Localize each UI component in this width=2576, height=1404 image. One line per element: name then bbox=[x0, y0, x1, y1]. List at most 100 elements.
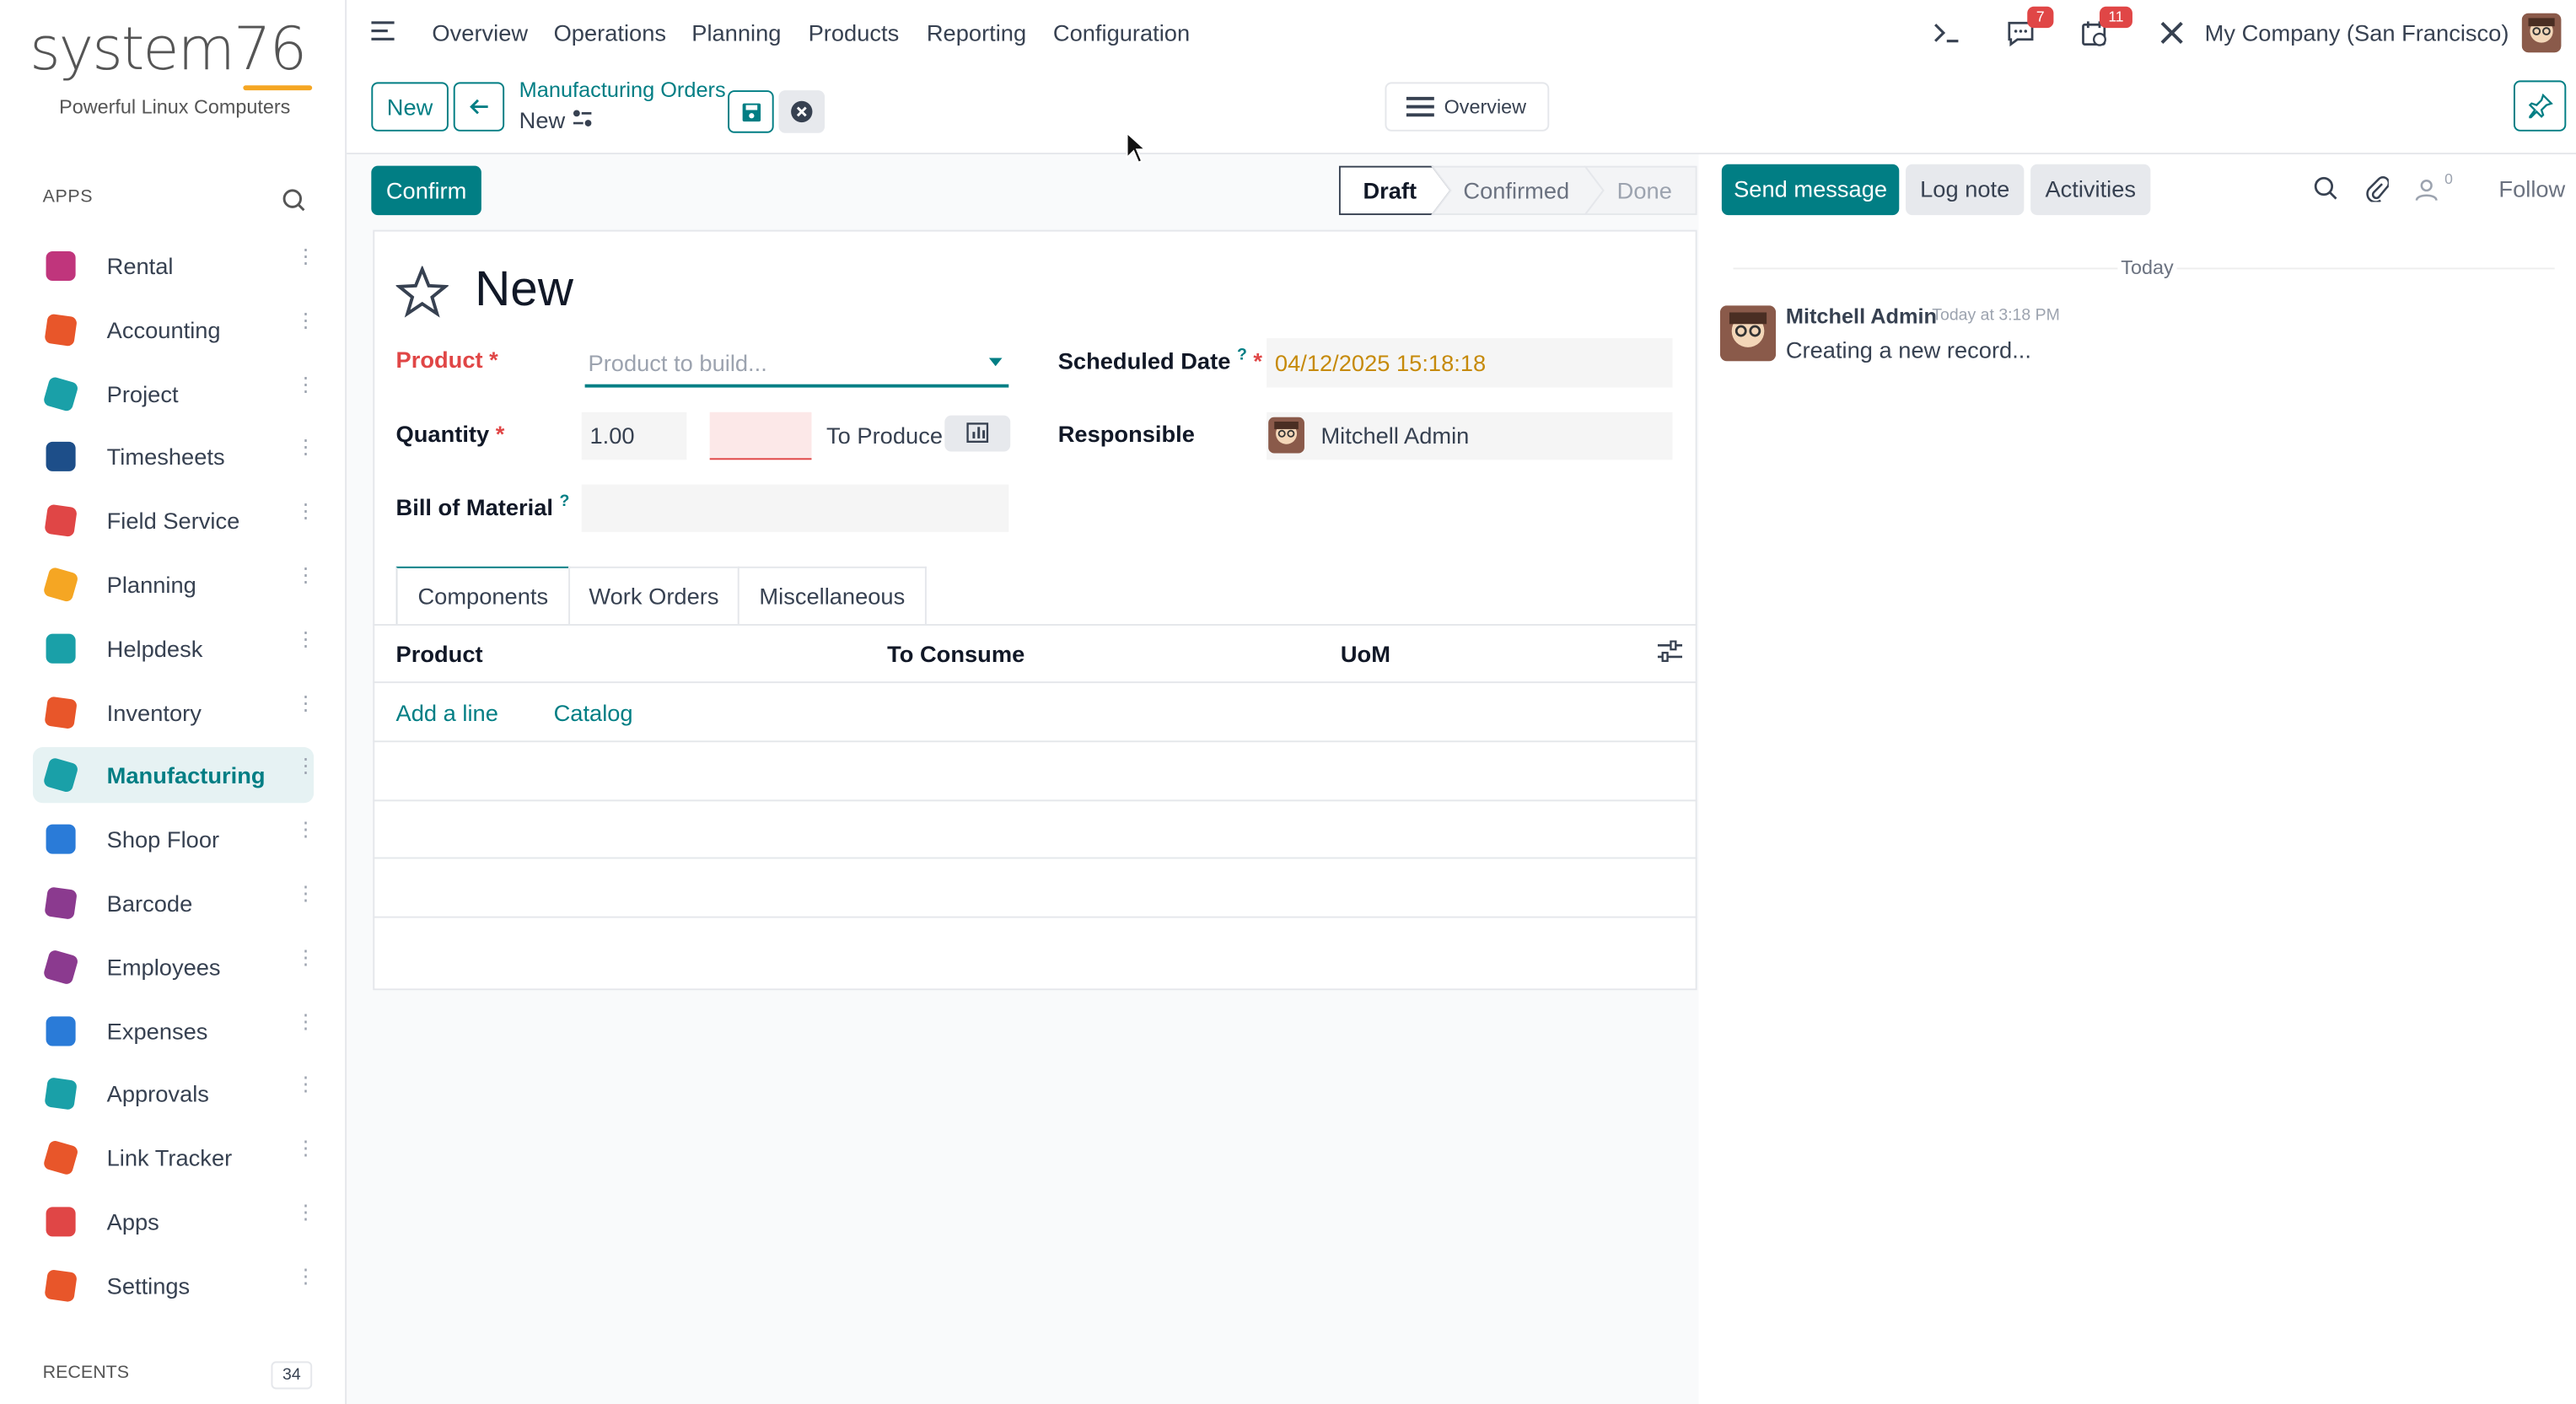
breadcrumb-parent-link[interactable]: Manufacturing Orders bbox=[519, 78, 726, 102]
sidebar-item-label: Employees bbox=[106, 954, 221, 981]
add-line-link[interactable]: Add a line bbox=[396, 700, 498, 726]
kebab-menu-icon[interactable]: ⋮ bbox=[296, 246, 315, 276]
kebab-menu-icon[interactable]: ⋮ bbox=[296, 1074, 315, 1104]
column-header-uom[interactable]: UoM bbox=[1341, 640, 1390, 666]
tab-work-orders[interactable]: Work Orders bbox=[568, 566, 739, 625]
quantity-input[interactable]: 1.00 bbox=[581, 412, 687, 460]
overview-button[interactable]: Overview bbox=[1385, 82, 1550, 132]
product-input[interactable]: Product to build... bbox=[584, 338, 1009, 388]
sidebar-item-link-tracker[interactable]: Link Tracker ⋮ bbox=[33, 1130, 315, 1186]
save-button[interactable] bbox=[728, 90, 774, 133]
nav-overview[interactable]: Overview bbox=[432, 19, 528, 46]
nav-planning[interactable]: Planning bbox=[691, 19, 781, 46]
kebab-menu-icon[interactable]: ⋮ bbox=[296, 1266, 315, 1295]
column-header-product[interactable]: Product bbox=[396, 640, 483, 666]
paperclip-icon[interactable] bbox=[2366, 175, 2389, 202]
kebab-menu-icon[interactable]: ⋮ bbox=[296, 374, 315, 403]
sidebar-item-approvals[interactable]: Approvals ⋮ bbox=[33, 1067, 315, 1122]
kebab-menu-icon[interactable]: ⋮ bbox=[296, 1202, 315, 1231]
sidebar-item-apps[interactable]: Apps ⋮ bbox=[33, 1194, 315, 1250]
uom-input[interactable] bbox=[709, 412, 812, 460]
send-message-button[interactable]: Send message bbox=[1721, 164, 1900, 216]
sidebar-item-settings[interactable]: Settings ⋮ bbox=[33, 1257, 315, 1313]
help-mark[interactable]: ? bbox=[560, 492, 570, 510]
helpdesk-icon bbox=[46, 633, 76, 664]
scheduled-date-input[interactable]: 04/12/2025 15:18:18 bbox=[1266, 338, 1673, 388]
pin-chatter-button[interactable] bbox=[2513, 80, 2567, 132]
record-title[interactable]: New bbox=[475, 263, 573, 319]
sidebar-item-shop-floor[interactable]: Shop Floor ⋮ bbox=[33, 811, 315, 867]
stage-confirmed[interactable]: Confirmed bbox=[1449, 166, 1584, 215]
nav-products[interactable]: Products bbox=[809, 19, 900, 46]
sidebar-item-inventory[interactable]: Inventory ⋮ bbox=[33, 684, 315, 740]
bom-input[interactable] bbox=[581, 484, 1009, 532]
discard-button[interactable] bbox=[778, 90, 826, 133]
company-switcher[interactable]: My Company (San Francisco) bbox=[2205, 19, 2509, 46]
nav-configuration[interactable]: Configuration bbox=[1053, 19, 1190, 46]
follow-button[interactable]: Follow bbox=[2498, 175, 2565, 202]
new-record-button[interactable]: New bbox=[371, 82, 449, 132]
terminal-icon[interactable] bbox=[1932, 19, 1961, 46]
activities-button[interactable]: Activities bbox=[2030, 164, 2151, 216]
followers-icon[interactable] bbox=[2415, 177, 2438, 202]
sidebar-item-employees[interactable]: Employees ⋮ bbox=[33, 939, 315, 995]
required-mark: * bbox=[489, 346, 498, 374]
pin-icon bbox=[2528, 94, 2553, 119]
kebab-menu-icon[interactable]: ⋮ bbox=[296, 947, 315, 976]
kebab-menu-icon[interactable]: ⋮ bbox=[296, 820, 315, 849]
nav-reporting[interactable]: Reporting bbox=[927, 19, 1026, 46]
responsible-input[interactable]: Mitchell Admin bbox=[1266, 412, 1673, 460]
sidebar-item-accounting[interactable]: Accounting ⋮ bbox=[33, 302, 315, 358]
search-messages-icon[interactable] bbox=[2313, 175, 2337, 200]
sidebar-item-label: Shop Floor bbox=[106, 826, 220, 853]
stage-done[interactable]: Done bbox=[1604, 166, 1686, 215]
debug-tools-icon[interactable] bbox=[2159, 19, 2185, 46]
catalog-link[interactable]: Catalog bbox=[554, 700, 633, 726]
stage-draft[interactable]: Draft bbox=[1339, 166, 1441, 215]
kebab-menu-icon[interactable]: ⋮ bbox=[296, 438, 315, 467]
kebab-menu-icon[interactable]: ⋮ bbox=[296, 628, 315, 658]
brand-logo[interactable]: system76 Powerful Linux Computers bbox=[30, 13, 317, 128]
kebab-menu-icon[interactable]: ⋮ bbox=[296, 310, 315, 339]
kebab-menu-icon[interactable]: ⋮ bbox=[296, 1011, 315, 1041]
kebab-menu-icon[interactable]: ⋮ bbox=[296, 501, 315, 530]
help-mark[interactable]: ? bbox=[1237, 347, 1247, 364]
kebab-menu-icon[interactable]: ⋮ bbox=[296, 1138, 315, 1168]
column-header-to-consume[interactable]: To Consume bbox=[887, 640, 1024, 666]
log-note-button[interactable]: Log note bbox=[1906, 164, 2025, 216]
recents-count-badge[interactable]: 34 bbox=[271, 1361, 313, 1390]
optional-columns-icon[interactable] bbox=[1657, 640, 1683, 663]
search-icon[interactable] bbox=[281, 187, 307, 213]
forecast-button[interactable] bbox=[944, 415, 1011, 452]
kebab-menu-icon[interactable]: ⋮ bbox=[296, 565, 315, 594]
back-button[interactable] bbox=[453, 82, 505, 132]
sidebar-item-rental[interactable]: Rental ⋮ bbox=[33, 238, 315, 293]
tab-components[interactable]: Components bbox=[395, 566, 571, 625]
message-author[interactable]: Mitchell Admin bbox=[1786, 304, 1937, 328]
tab-miscellaneous[interactable]: Miscellaneous bbox=[737, 566, 927, 625]
priority-star-icon[interactable] bbox=[395, 266, 449, 318]
nav-operations[interactable]: Operations bbox=[554, 19, 666, 46]
sidebar-item-helpdesk[interactable]: Helpdesk ⋮ bbox=[33, 621, 315, 676]
table-row bbox=[373, 857, 1697, 859]
caret-down-icon[interactable] bbox=[988, 358, 1003, 367]
sidebar-item-barcode[interactable]: Barcode ⋮ bbox=[33, 875, 315, 931]
message-author-avatar[interactable] bbox=[1719, 305, 1777, 362]
sidebar-item-expenses[interactable]: Expenses ⋮ bbox=[33, 1003, 315, 1058]
sidebar-item-timesheets[interactable]: Timesheets ⋮ bbox=[33, 429, 315, 485]
kebab-menu-icon[interactable]: ⋮ bbox=[296, 692, 315, 722]
actions-gear-icon[interactable] bbox=[572, 109, 593, 128]
confirm-button[interactable]: Confirm bbox=[371, 165, 481, 216]
inventory-icon bbox=[44, 695, 78, 729]
responsible-label: Responsible bbox=[1057, 420, 1195, 447]
user-avatar[interactable] bbox=[2521, 13, 2562, 53]
kebab-menu-icon[interactable]: ⋮ bbox=[296, 756, 315, 785]
sidebar-item-field-service[interactable]: Field Service ⋮ bbox=[33, 493, 315, 549]
sidebar-item-planning[interactable]: Planning ⋮ bbox=[33, 557, 315, 612]
link-tracker-icon bbox=[42, 1139, 79, 1176]
sidebar-item-manufacturing[interactable]: Manufacturing ⋮ bbox=[32, 747, 315, 804]
kebab-menu-icon[interactable]: ⋮ bbox=[296, 884, 315, 912]
hamburger-menu-icon[interactable] bbox=[371, 19, 397, 42]
control-panel-divider bbox=[347, 153, 2576, 155]
sidebar-item-project[interactable]: Project ⋮ bbox=[33, 365, 315, 421]
